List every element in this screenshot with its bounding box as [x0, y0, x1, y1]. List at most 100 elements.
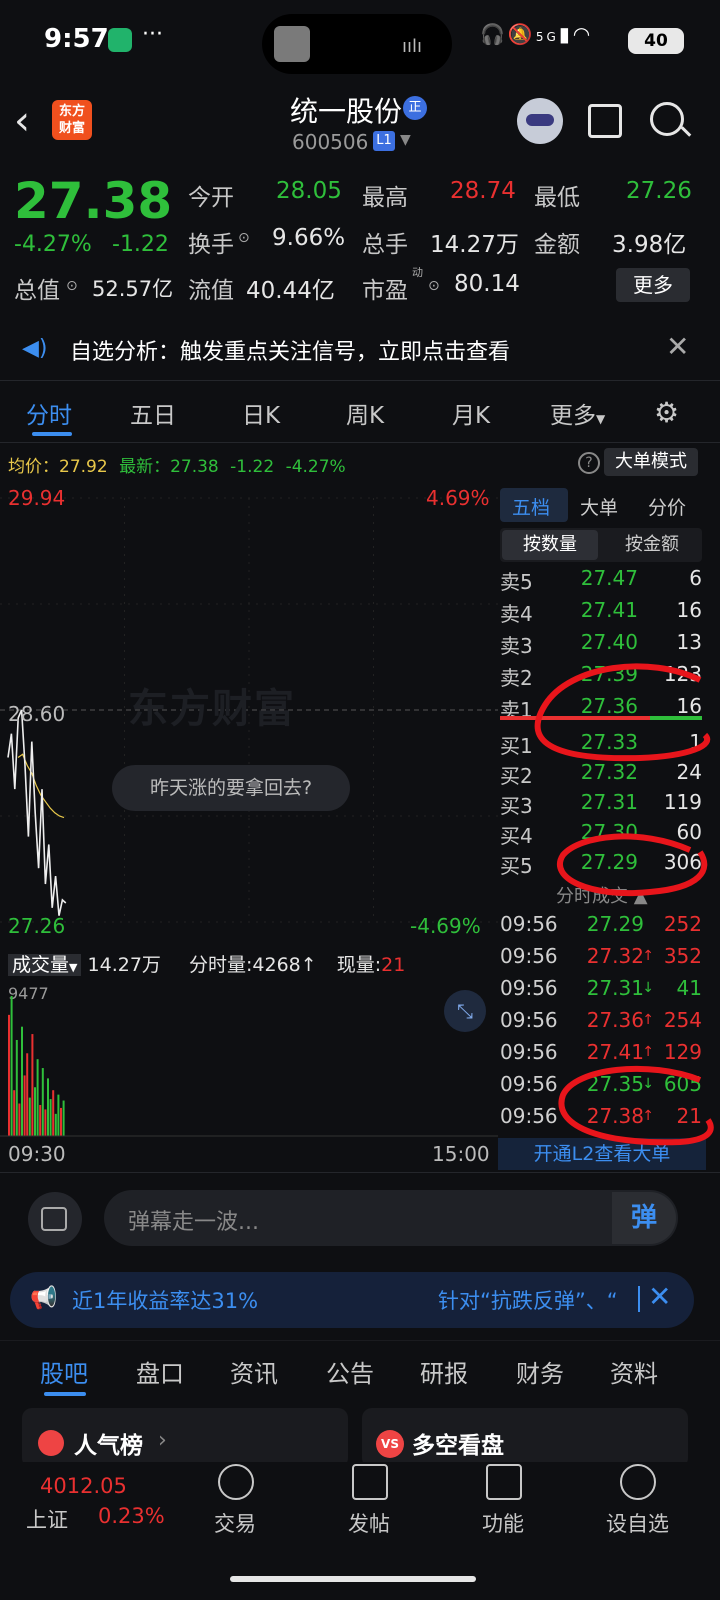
tick-row: 09:56 27.41 ↑ 129 [500, 1040, 704, 1070]
tick-direction: ↑ [642, 1108, 654, 1124]
promo-left-text[interactable]: 近1年收益率达31% [72, 1285, 258, 1315]
volume-bar [21, 1026, 23, 1136]
tick-price: 27.32 [586, 944, 644, 968]
tab-price-dist[interactable]: 分价 [648, 493, 686, 520]
bid-level-row[interactable]: 买2 27.32 24 [500, 760, 704, 790]
l2-upgrade-button[interactable]: 开通L2查看大单 [498, 1138, 706, 1170]
tab-more[interactable]: 更多▼ [550, 396, 605, 430]
tab-monthly[interactable]: 月K [452, 396, 490, 430]
promo-right-text[interactable]: 针对“抗跌反弹”、“ [438, 1285, 618, 1315]
nav-post[interactable]: 发帖 [348, 1508, 390, 1538]
bid-level-row[interactable]: 买1 27.33 1 [500, 730, 704, 760]
trade-icon[interactable] [218, 1464, 254, 1500]
tick-quantity: 21 [676, 1104, 702, 1128]
tab-profile[interactable]: 资料 [610, 1354, 658, 1389]
ask-level-row[interactable]: 卖5 27.47 6 [500, 566, 704, 596]
level-quantity: 1 [689, 730, 702, 754]
index-value[interactable]: 4012.05 [40, 1474, 127, 1498]
hot-list-title: 人气榜 [74, 1433, 143, 1459]
volume-header: 成交量▼ 14.27万 分时量:4268↑ 现量:21 [8, 950, 405, 977]
ticks-header[interactable]: 分时成交 ▲ [556, 882, 648, 908]
tab-pankou[interactable]: 盘口 [136, 1354, 184, 1389]
ask-level-row[interactable]: 卖2 27.39 123 [500, 662, 704, 692]
ai-assistant-icon[interactable] [517, 98, 563, 144]
chart-bubble[interactable]: 昨天涨的要拿回去? [112, 765, 350, 811]
chevron-down-icon: ▼ [596, 412, 606, 426]
tab-announcements[interactable]: 公告 [326, 1354, 374, 1389]
info-icon[interactable]: ⊙ [66, 278, 78, 294]
volume-bar [26, 1053, 29, 1136]
status-bar: 9:57 ··· ıılı 🎧🔕5G▮◠ 40 [0, 0, 720, 84]
bid-level-row[interactable]: 买5 27.29 306 [500, 850, 704, 880]
close-icon[interactable]: ✕ [666, 330, 689, 363]
danmu-send-button[interactable]: 弹 [612, 1192, 676, 1244]
bid-level-row[interactable]: 买4 27.30 60 [500, 820, 704, 850]
nav-functions[interactable]: 功能 [482, 1508, 524, 1538]
gear-icon[interactable]: ⚙ [654, 396, 679, 429]
tab-intraday[interactable]: 分时 [26, 396, 72, 430]
expand-icon[interactable]: ⤡ [444, 990, 486, 1032]
index-name[interactable]: 上证 [26, 1504, 68, 1534]
more-button[interactable]: 更多 [616, 268, 690, 302]
tab-financials[interactable]: 财务 [516, 1354, 564, 1389]
bull-bear-card[interactable] [362, 1408, 688, 1468]
chart-legend: 均价：27.92 最新：27.38 -1.22 -4.27% [8, 452, 346, 477]
notice-text[interactable]: 自选分析：触发重点关注信号，立即点击查看 [70, 334, 510, 366]
search-icon[interactable] [650, 102, 684, 136]
tick-quantity: 254 [663, 1008, 702, 1032]
tab-guba[interactable]: 股吧 [40, 1354, 88, 1389]
tab-big-orders[interactable]: 大单 [580, 493, 618, 520]
level-quantity: 119 [663, 790, 702, 814]
danmu-settings-icon[interactable] [28, 1192, 82, 1246]
tick-direction: ↑ [642, 1044, 654, 1060]
big-order-mode-button[interactable]: 大单模式 [604, 448, 698, 476]
current-volume-label: 现量: [336, 954, 382, 976]
nav-add-watchlist[interactable]: 设自选 [606, 1508, 669, 1538]
grid-icon[interactable] [486, 1464, 522, 1500]
dynamic-island[interactable]: ıılı [262, 14, 452, 74]
tab-daily[interactable]: 日K [242, 396, 280, 430]
tick-price: 27.38 [586, 1104, 644, 1128]
tick-row: 09:56 27.38 ↑ 21 [500, 1104, 704, 1134]
tab-weekly[interactable]: 周K [346, 396, 384, 430]
help-icon[interactable]: ? [578, 452, 600, 474]
ask-level-row[interactable]: 卖3 27.40 13 [500, 630, 704, 660]
back-icon[interactable]: ‹ [14, 98, 30, 144]
bid-level-row[interactable]: 买3 27.31 119 [500, 790, 704, 820]
tab-news[interactable]: 资讯 [230, 1354, 278, 1389]
more-notifications-icon: ··· [142, 22, 163, 47]
tab-five-levels[interactable]: 五档 [512, 493, 550, 520]
level-badge[interactable]: L1 [373, 131, 395, 151]
up-arrow-icon: ↑ [300, 954, 317, 976]
high-label: 最高 [362, 185, 408, 211]
volume-bar [39, 1104, 42, 1136]
share-icon[interactable] [588, 104, 622, 138]
tab-5day[interactable]: 五日 [130, 396, 176, 430]
info-icon[interactable]: ⊙ [428, 278, 440, 294]
nav-trade[interactable]: 交易 [214, 1508, 256, 1538]
info-icon[interactable]: ⊙ [238, 230, 250, 246]
by-quantity-toggle[interactable]: 按数量 [502, 530, 598, 560]
chart-icon [38, 1430, 64, 1456]
level-quantity: 123 [663, 662, 702, 686]
signal-icon: ▮ [558, 22, 573, 46]
chevron-down-icon[interactable]: ▼ [400, 132, 411, 148]
tick-quantity: 41 [676, 976, 702, 1000]
close-icon[interactable]: ✕ [648, 1280, 671, 1313]
ask-level-row[interactable]: 卖4 27.41 16 [500, 598, 704, 628]
vs-icon: VS [376, 1430, 404, 1458]
post-icon[interactable] [352, 1464, 388, 1500]
add-watchlist-icon[interactable] [620, 1464, 656, 1500]
pe-value: 80.14 [454, 271, 520, 297]
level-quantity: 16 [676, 598, 702, 622]
latest-change: -1.22 [230, 457, 275, 477]
open-value: 28.05 [276, 178, 342, 204]
index-percent[interactable]: 0.23% [98, 1504, 165, 1528]
by-amount-toggle[interactable]: 按金额 [604, 530, 700, 560]
tick-quantity: 605 [663, 1072, 702, 1096]
volume-selector[interactable]: 成交量▼ [8, 954, 82, 976]
hot-list-card[interactable] [22, 1408, 348, 1468]
tab-research[interactable]: 研报 [420, 1354, 468, 1389]
volume-chart [0, 996, 498, 1137]
level-price: 27.30 [580, 820, 638, 844]
